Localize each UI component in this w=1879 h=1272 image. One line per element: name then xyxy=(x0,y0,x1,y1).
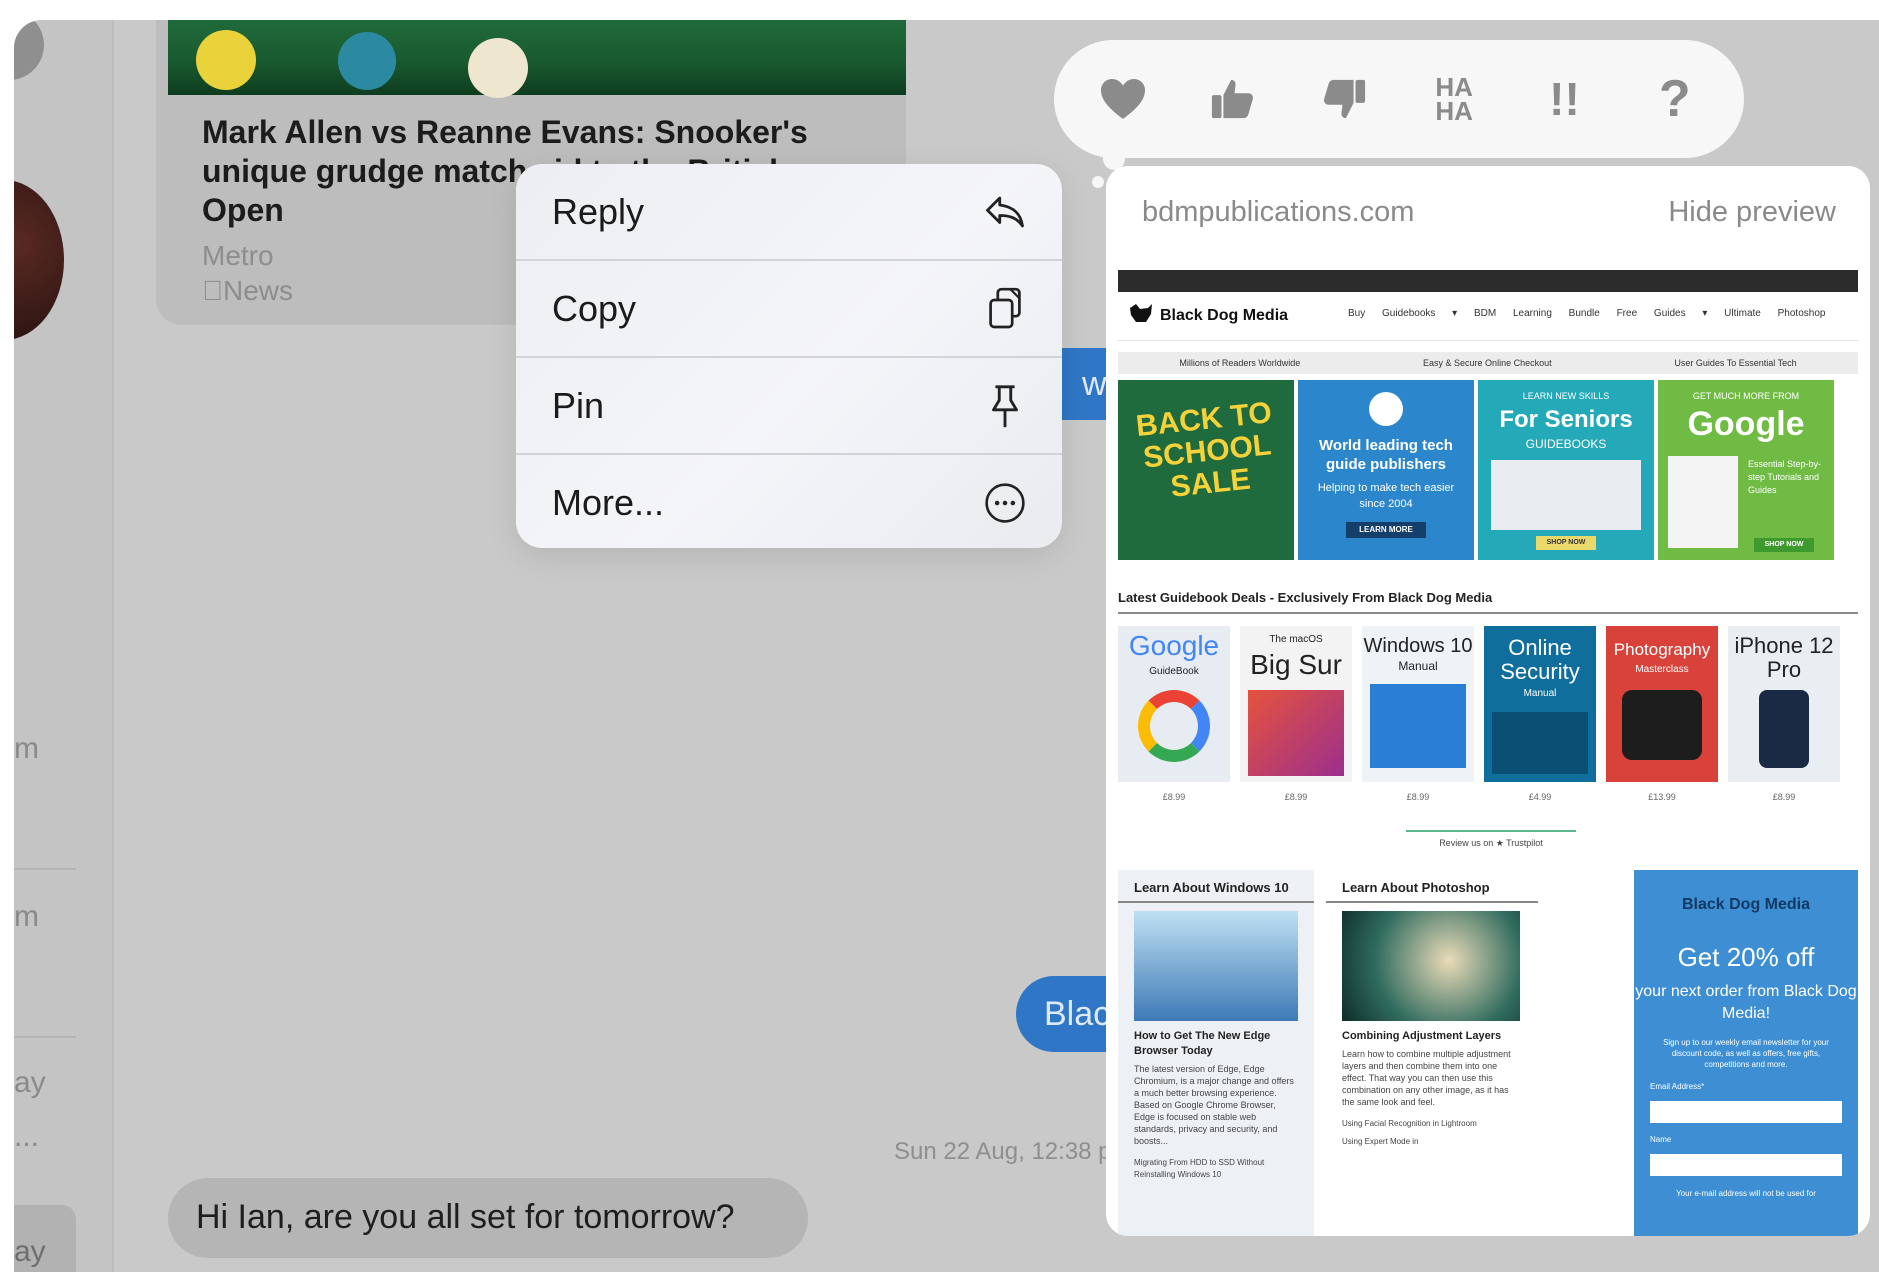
windows-screens-image xyxy=(1370,684,1466,768)
book-cover[interactable]: Online Security Manual xyxy=(1484,626,1596,782)
book-price: £8.99 xyxy=(1772,792,1796,802)
context-menu: Reply Copy Pin More... xyxy=(516,164,1062,548)
section-title: Latest Guidebook Deals - Exclusively Fro… xyxy=(1118,590,1493,605)
shop-now-button[interactable]: SHOP NOW xyxy=(1536,536,1596,550)
conversation-sidebar: m m ay ... ay xyxy=(14,20,114,1272)
selected-conversation[interactable]: ay xyxy=(14,1205,76,1272)
iphone-image xyxy=(1759,690,1809,768)
conversation-snippet[interactable]: m xyxy=(14,732,39,766)
exclamation-icon[interactable]: !! xyxy=(1524,59,1604,139)
menu-item-pin[interactable]: Pin xyxy=(516,358,1062,453)
divider xyxy=(14,1036,76,1038)
menu-item-reply[interactable]: Reply xyxy=(516,164,1062,259)
book-cover[interactable]: The macOS Big Sur xyxy=(1240,626,1352,782)
conversation-snippet[interactable]: m xyxy=(14,900,39,934)
site-logo[interactable]: Black Dog Media xyxy=(1128,302,1288,329)
question-icon[interactable]: ? xyxy=(1635,59,1715,139)
book-price: £8.99 xyxy=(1406,792,1430,802)
site-benefits-strip: Millions of Readers Worldwide Easy & Sec… xyxy=(1118,352,1858,374)
shop-now-button[interactable]: SHOP NOW xyxy=(1754,538,1814,552)
copy-icon xyxy=(982,286,1028,332)
haha-icon[interactable]: HA HA xyxy=(1414,59,1494,139)
promo-tile-google[interactable]: GET MUCH MORE FROM Google Essential Step… xyxy=(1658,380,1834,560)
news-thumbnail xyxy=(168,20,906,98)
trustpilot-badge[interactable]: Review us on ★ Trustpilot xyxy=(1406,830,1576,849)
preview-domain: bdmpublications.com xyxy=(1142,196,1415,228)
message-text: Hi Ian, are you all set for tomorrow? xyxy=(196,1198,735,1236)
promo-tile-seniors[interactable]: LEARN NEW SKILLS For Seniors GUIDEBOOKS … xyxy=(1478,380,1654,560)
thumbs-up-icon[interactable] xyxy=(1193,59,1273,139)
news-app-label: News xyxy=(202,275,293,306)
camera-image xyxy=(1622,690,1702,760)
google-logo-icon xyxy=(1138,690,1210,762)
incoming-message-bubble[interactable]: Hi Ian, are you all set for tomorrow? xyxy=(168,1178,808,1258)
snooker-ball-image xyxy=(196,30,256,90)
reply-icon xyxy=(982,189,1028,235)
conversation-snippet[interactable]: ay xyxy=(14,1066,46,1100)
macbook-image xyxy=(1248,690,1344,776)
hide-preview-button[interactable]: Hide preview xyxy=(1668,196,1836,229)
book-cover[interactable]: iPhone 12 Pro xyxy=(1728,626,1840,782)
menu-item-more[interactable]: More... xyxy=(516,455,1062,548)
google-guidebook-image xyxy=(1668,456,1738,548)
book-price: £8.99 xyxy=(1162,792,1186,802)
security-image xyxy=(1492,712,1588,774)
avatar[interactable] xyxy=(14,20,44,80)
name-field[interactable] xyxy=(1650,1154,1842,1176)
site-top-bar xyxy=(1118,270,1858,292)
book-price: £13.99 xyxy=(1648,792,1676,802)
email-field[interactable] xyxy=(1650,1101,1842,1123)
preview-header: bdmpublications.com Hide preview xyxy=(1106,166,1870,246)
book-cover[interactable]: Google GuideBook xyxy=(1118,626,1230,782)
site-navigation: Black Dog Media Buy Guidebooks ▾ BDM Lea… xyxy=(1118,292,1858,341)
divider xyxy=(1118,612,1858,614)
more-icon xyxy=(982,480,1028,526)
book-price: £4.99 xyxy=(1528,792,1552,802)
book-price: £8.99 xyxy=(1284,792,1308,802)
messages-screen: m m ay ... ay Mark Allen vs Reanne Evans… xyxy=(14,20,1879,1272)
news-source: Metro xyxy=(202,240,274,271)
book-cover[interactable]: Photography Masterclass xyxy=(1606,626,1718,782)
conversation-snippet: ay xyxy=(14,1235,46,1268)
divider xyxy=(14,868,76,870)
photoshop-portrait-image xyxy=(1342,911,1520,1021)
discount-signup-panel: Black Dog Media Get 20% off your next or… xyxy=(1634,870,1858,1236)
site-menu[interactable]: Buy Guidebooks ▾ BDM Learning Bundle Fre… xyxy=(1348,308,1825,319)
learn-more-button[interactable]: LEARN MORE xyxy=(1346,522,1426,538)
book-cover[interactable]: Windows 10 Manual xyxy=(1362,626,1474,782)
snooker-ball-image xyxy=(338,32,396,90)
promo-tile-publishers[interactable]: World leading tech guide publishers Help… xyxy=(1298,380,1474,560)
snooker-ball-image xyxy=(468,38,528,98)
heart-icon[interactable] xyxy=(1083,59,1163,139)
thumbs-down-icon[interactable] xyxy=(1304,59,1384,139)
tapback-bar: HA HA !! ? xyxy=(1054,40,1744,158)
photoshop-article-column[interactable]: Learn About Photoshop Combining Adjustme… xyxy=(1326,870,1626,1236)
menu-item-copy[interactable]: Copy xyxy=(516,261,1062,356)
promo-tile-back-to-school[interactable]: BACK TO SCHOOL SALE xyxy=(1118,380,1294,560)
guidebook-covers-image xyxy=(1491,460,1641,530)
link-preview-panel[interactable]: bdmpublications.com Hide preview Black D… xyxy=(1106,166,1870,1236)
edge-browser-image xyxy=(1134,911,1298,1021)
windows-article-column[interactable]: Learn About Windows 10 How to Get The Ne… xyxy=(1118,870,1314,1236)
dog-logo-icon xyxy=(1128,302,1154,329)
avatar[interactable] xyxy=(14,180,64,340)
apple-icon:  xyxy=(202,275,223,306)
pin-icon xyxy=(982,383,1028,429)
tapback-tail xyxy=(1092,176,1104,188)
message-timestamp: Sun 22 Aug, 12:38 p xyxy=(894,1138,1112,1165)
dog-logo-icon xyxy=(1369,392,1403,426)
conversation-snippet[interactable]: ... xyxy=(14,1120,39,1154)
